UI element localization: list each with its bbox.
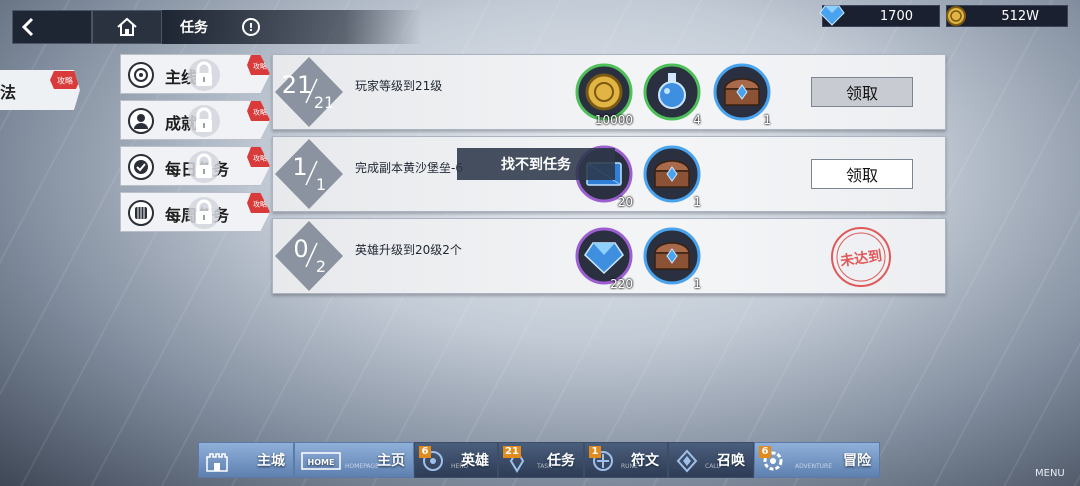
svg-text:21: 21 xyxy=(314,93,334,112)
home-icon xyxy=(117,17,137,36)
lock-icon xyxy=(188,105,220,137)
gold-value: 512W xyxy=(1001,8,1039,24)
nav-sub-label: CALL xyxy=(705,463,720,470)
reward-item[interactable]: 1 xyxy=(643,227,701,291)
nav-badge-count: 6 xyxy=(419,446,431,458)
nav-main-city[interactable]: 主城 xyxy=(198,442,294,478)
task-description: 完成副本黄沙堡垒-6 xyxy=(355,161,463,175)
reward-item[interactable]: 4 xyxy=(643,63,701,127)
nav-label: 主城 xyxy=(257,453,285,469)
title-strip: 任务 ! xyxy=(162,10,422,44)
svg-text:攻略: 攻略 xyxy=(253,200,267,209)
nav-label: 冒险 xyxy=(843,453,871,469)
guide-badge-icon: 攻略 xyxy=(247,55,270,75)
toast-message: 找不到任务 xyxy=(457,148,615,180)
reward-item[interactable]: 10000 xyxy=(575,63,633,127)
nav-badge-count: 1 xyxy=(589,446,601,458)
nav-sub-label: HERO xyxy=(451,463,469,470)
reward-count: 220 xyxy=(610,277,633,291)
task-description: 英雄升级到20级2个 xyxy=(355,243,462,257)
page-title: 任务 xyxy=(180,20,208,36)
diamond-icon xyxy=(819,5,845,26)
progress-diamond: 21 21 xyxy=(275,57,343,127)
svg-text:2: 2 xyxy=(316,257,326,276)
svg-text:未达到: 未达到 xyxy=(839,247,883,270)
svg-text:攻略: 攻略 xyxy=(253,62,267,71)
reward-count: 10000 xyxy=(594,113,633,127)
daily-icon xyxy=(128,154,154,180)
svg-text:1: 1 xyxy=(292,153,307,181)
lock-icon xyxy=(188,197,220,229)
reward-count: 1 xyxy=(763,113,771,127)
gold-coin-icon xyxy=(946,6,966,26)
progress-diamond: 0 2 xyxy=(275,221,343,291)
nav-sub-label: HOMEPAGE xyxy=(345,463,379,470)
category-tab-weekly[interactable]: 每周任务 攻略 xyxy=(120,192,270,232)
svg-text:21: 21 xyxy=(282,71,313,99)
svg-text:HOME: HOME xyxy=(308,458,335,467)
nav-badge-count: 6 xyxy=(759,446,771,458)
claim-button[interactable]: 领取 xyxy=(811,159,913,189)
nav-label: 召唤 xyxy=(717,453,745,469)
guide-badge-icon: 攻略 xyxy=(247,147,270,167)
reward-count: 1 xyxy=(693,277,701,291)
nav-badge-count: 21 xyxy=(503,446,521,458)
reward-item[interactable]: 220 xyxy=(575,227,633,291)
nav-adventure[interactable]: 6 ADVENTURE 冒险 xyxy=(754,442,880,478)
achievement-icon xyxy=(128,108,154,134)
svg-text:1: 1 xyxy=(316,175,326,194)
gold-counter: 512W xyxy=(946,5,1068,27)
reward-item[interactable]: 1 xyxy=(713,63,771,127)
svg-text:0: 0 xyxy=(293,235,308,263)
svg-text:攻略: 攻略 xyxy=(253,108,267,117)
nav-hero[interactable]: 6 HERO 英雄 xyxy=(414,442,498,478)
category-tab-achievement[interactable]: 成就 攻略 xyxy=(120,100,270,140)
task-description: 玩家等级到21级 xyxy=(355,79,443,93)
weekly-icon xyxy=(128,200,154,226)
nav-homepage[interactable]: HOME HOMEPAGE 主页 xyxy=(294,442,414,478)
castle-icon xyxy=(206,453,228,472)
back-arrow-icon xyxy=(21,17,34,37)
mainline-icon xyxy=(128,62,154,88)
nav-summon[interactable]: CALL 召唤 xyxy=(668,442,754,478)
reward-count: 4 xyxy=(693,113,701,127)
task-row: 0 2 英雄升级到20级2个 220 1 未达到 xyxy=(272,218,946,294)
nav-sub-label: RUNE xyxy=(621,463,638,470)
not-reached-stamp: 未达到 xyxy=(831,227,891,287)
reward-count: 20 xyxy=(617,195,633,209)
back-button[interactable] xyxy=(12,10,92,44)
task-row: 21 21 玩家等级到21级 10000 4 1 领取 xyxy=(272,54,946,130)
strategy-tab-label: 法 xyxy=(0,83,17,102)
home-plate-icon: HOME xyxy=(301,452,341,470)
strategy-tab[interactable]: 法 攻略 xyxy=(0,70,80,110)
diamond-counter: 1700 xyxy=(819,5,940,27)
guide-badge-icon: 攻略 xyxy=(247,193,270,213)
info-icon[interactable]: ! xyxy=(242,18,260,36)
lock-icon xyxy=(188,151,220,183)
nav-sub-label: ADVENTURE xyxy=(795,463,833,470)
home-button[interactable] xyxy=(92,10,162,44)
guide-badge-icon: 攻略 xyxy=(247,101,270,121)
nav-label: 主页 xyxy=(377,453,405,469)
reward-count: 1 xyxy=(693,195,701,209)
progress-diamond: 1 1 xyxy=(275,139,343,209)
nav-rune[interactable]: 1 RUNE 符文 xyxy=(584,442,668,478)
guide-badge-icon: 攻略 xyxy=(50,71,80,89)
reward-item[interactable]: 1 xyxy=(643,145,701,209)
top-bar: 任务 ! 1700 512W xyxy=(0,0,1080,44)
svg-text:攻略: 攻略 xyxy=(253,154,267,163)
summon-icon xyxy=(676,449,698,473)
bottom-nav: 主城 HOME HOMEPAGE 主页 6 HERO 英雄 21 TASK 任务… xyxy=(198,442,884,478)
svg-text:攻略: 攻略 xyxy=(57,76,73,86)
category-tab-mainline[interactable]: 主线 攻略 xyxy=(120,54,270,94)
lock-icon xyxy=(188,59,220,91)
nav-sub-label: TASK xyxy=(537,463,553,470)
menu-button[interactable]: MENU xyxy=(1035,468,1065,479)
diamond-value: 1700 xyxy=(879,8,913,24)
claim-button[interactable]: 领取 xyxy=(811,77,913,107)
category-tab-daily[interactable]: 每日任务 攻略 xyxy=(120,146,270,186)
nav-task[interactable]: 21 TASK 任务 xyxy=(498,442,584,478)
